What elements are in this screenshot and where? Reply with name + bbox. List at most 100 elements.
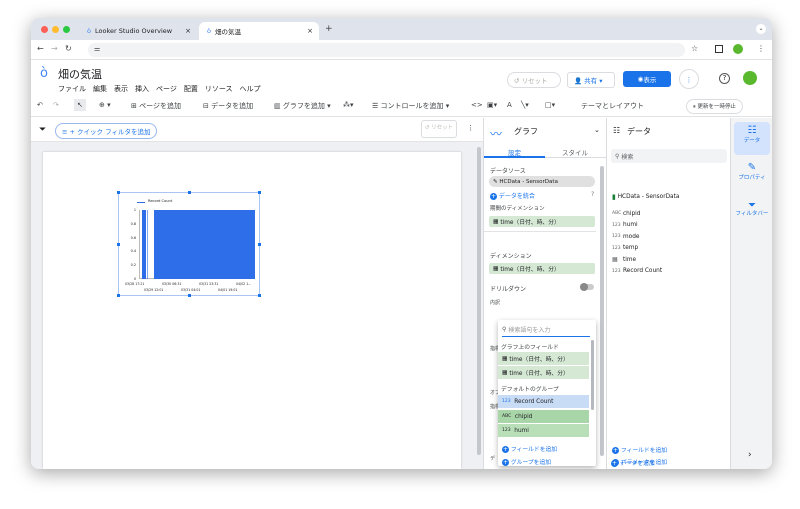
drilldown-toggle[interactable] xyxy=(580,283,594,291)
pause-updates-button[interactable]: ⏸ 更新を一時停止 xyxy=(686,99,744,114)
tab-style[interactable]: スタイル xyxy=(545,144,605,158)
filter-reset-button[interactable]: ↺ リセット xyxy=(421,120,457,138)
add-field-button[interactable]: + フィールドを追加 xyxy=(502,444,557,453)
add-data-button[interactable]: ⊟ データを追加 xyxy=(203,101,253,111)
field-option-selected[interactable]: 123 Record Count xyxy=(498,395,589,408)
new-tab-button[interactable]: + xyxy=(325,25,333,34)
browser-tab-overview[interactable]: ò Looker Studio Overview × xyxy=(79,22,197,40)
resize-handle[interactable] xyxy=(188,191,191,194)
help-icon[interactable]: ? xyxy=(591,191,594,198)
menu-view[interactable]: 表示 xyxy=(114,85,128,93)
add-control-button[interactable]: ☰ コントロールを追加 ▾ xyxy=(372,101,449,111)
redo-icon[interactable]: ↷ xyxy=(53,101,59,109)
add-group-button[interactable]: + グループを追加 xyxy=(502,457,551,466)
field-item[interactable]: 123 Record Count xyxy=(612,266,722,278)
site-settings-icon[interactable]: ⚌ xyxy=(94,46,100,53)
sidebar-icon[interactable] xyxy=(715,45,723,53)
minimize-window-button[interactable] xyxy=(52,26,59,33)
chevron-right-icon[interactable]: › xyxy=(748,450,752,460)
close-tab-icon[interactable]: × xyxy=(307,27,313,35)
help-icon[interactable]: ? xyxy=(719,73,730,84)
field-option[interactable]: 123 humi xyxy=(498,424,589,437)
looker-logo-icon[interactable]: ò xyxy=(40,66,48,81)
forward-icon[interactable]: → xyxy=(51,45,58,53)
profile-avatar[interactable] xyxy=(733,44,743,54)
menu-icon[interactable]: ⋮ xyxy=(757,45,765,53)
menu-help[interactable]: ヘルプ xyxy=(240,85,261,93)
dropdown-scrollbar[interactable] xyxy=(591,340,594,410)
zoom-window-button[interactable] xyxy=(63,26,70,33)
resize-handle[interactable] xyxy=(117,243,120,246)
rail-filter-button[interactable]: ⏷ フィルタバー xyxy=(734,198,770,231)
filter-icon[interactable]: ⏷ xyxy=(39,125,46,135)
field-option[interactable]: ▦ time（日付、時、分） xyxy=(498,352,589,365)
datasource-item[interactable]: ▮ HCData - SensorData xyxy=(612,191,679,203)
datasource-chip[interactable]: ✎ HCData - SensorData xyxy=(489,176,595,187)
reload-icon[interactable]: ↻ xyxy=(65,45,72,53)
field-item[interactable]: 123 humi xyxy=(612,220,722,232)
close-tab-icon[interactable]: × xyxy=(185,27,191,35)
field-item[interactable]: ABC chipid xyxy=(612,208,722,220)
filter-more-icon[interactable]: ⋮ xyxy=(467,124,474,132)
resize-handle[interactable] xyxy=(117,191,120,194)
quick-filter-button[interactable]: ≡ + クイック フィルタを追加 xyxy=(55,123,158,139)
bar[interactable] xyxy=(142,210,146,279)
resize-handle[interactable] xyxy=(258,243,261,246)
reset-button[interactable]: ↺ リセット xyxy=(507,72,561,88)
tab-setup[interactable]: 設定 xyxy=(484,144,545,158)
field-search-input[interactable]: ⚲ 検索語句を入力 xyxy=(502,323,590,337)
add-data-footer-button[interactable]: + データを追加 xyxy=(611,458,655,467)
shape-icon[interactable]: □▾ xyxy=(545,101,555,109)
field-item[interactable]: 123 temp xyxy=(612,243,722,255)
resize-handle[interactable] xyxy=(258,191,261,194)
bar[interactable] xyxy=(147,210,148,279)
bar[interactable] xyxy=(154,210,255,279)
menu-file[interactable]: ファイル xyxy=(58,85,86,93)
pencil-icon[interactable]: ✎ xyxy=(493,179,498,185)
panel-scrollbar[interactable] xyxy=(600,166,604,456)
menu-insert[interactable]: 挿入 xyxy=(135,85,149,93)
merge-data-button[interactable]: + データを統合 xyxy=(490,191,535,200)
image-icon[interactable]: ▣▾ xyxy=(487,101,497,109)
menu-resource[interactable]: リソース xyxy=(205,85,233,93)
select-tool-icon[interactable]: ↖ xyxy=(74,99,86,111)
menu-edit[interactable]: 編集 xyxy=(93,85,107,93)
account-avatar[interactable] xyxy=(743,71,757,85)
add-chart-button[interactable]: ▥ グラフを追加 ▾ xyxy=(274,101,331,111)
menu-arrange[interactable]: 配置 xyxy=(184,85,198,93)
field-item[interactable]: 123 mode xyxy=(612,231,722,243)
data-search-input[interactable]: ⚲ 検索 xyxy=(611,149,727,163)
report-page[interactable]: Record Count 1 0.8 0.6 0.4 0.2 0 03/28 17:21 0… xyxy=(43,152,461,469)
resize-handle[interactable] xyxy=(188,294,191,297)
undo-icon[interactable]: ↶ xyxy=(37,101,43,109)
chevron-down-icon[interactable]: ⌄ xyxy=(594,126,600,134)
close-window-button[interactable] xyxy=(41,26,48,33)
text-icon[interactable]: A xyxy=(507,101,512,109)
zoom-icon[interactable]: ⊕ ▾ xyxy=(99,101,111,109)
theme-layout-button[interactable]: テーマとレイアウト xyxy=(581,101,644,111)
community-viz-icon[interactable]: ⁂▾ xyxy=(343,101,354,109)
add-field-button[interactable]: + フィールドを追加 xyxy=(612,445,667,454)
back-icon[interactable]: ← xyxy=(37,45,44,53)
chart-type-label[interactable]: グラフ xyxy=(514,126,538,137)
share-button[interactable]: 👤 共有 ▾ xyxy=(567,72,615,88)
report-title[interactable]: 畑の気温 xyxy=(58,66,102,82)
bookmark-star-icon[interactable]: ☆ xyxy=(691,45,698,53)
view-button[interactable]: ◉ 表示 xyxy=(623,71,671,87)
resize-handle[interactable] xyxy=(258,294,261,297)
bar-chart[interactable]: Record Count 1 0.8 0.6 0.4 0.2 0 03/28 17:21 0… xyxy=(117,191,261,297)
rail-data-button[interactable]: ☷ データ xyxy=(734,122,770,155)
field-option[interactable]: ABC chipid xyxy=(498,410,589,423)
url-field[interactable]: ⚌ xyxy=(88,43,685,57)
dimension-chip[interactable]: ▦ time（日付、時、分） xyxy=(489,263,595,274)
field-option[interactable]: ▦ time（日付、時、分） xyxy=(498,366,589,379)
field-item[interactable]: ▦ time xyxy=(612,254,722,266)
code-icon[interactable]: <> xyxy=(471,101,483,109)
menu-page[interactable]: ページ xyxy=(156,85,177,93)
browser-tab-active[interactable]: ò 畑の気温 × xyxy=(199,22,319,40)
line-icon[interactable]: ╲▾ xyxy=(521,101,529,109)
resize-handle[interactable] xyxy=(117,294,120,297)
date-dimension-chip[interactable]: ▦ time（日付、時、分） xyxy=(489,216,595,227)
more-options-icon[interactable]: ⋮ xyxy=(679,69,699,89)
tab-search-icon[interactable]: ⌄ xyxy=(756,24,766,34)
